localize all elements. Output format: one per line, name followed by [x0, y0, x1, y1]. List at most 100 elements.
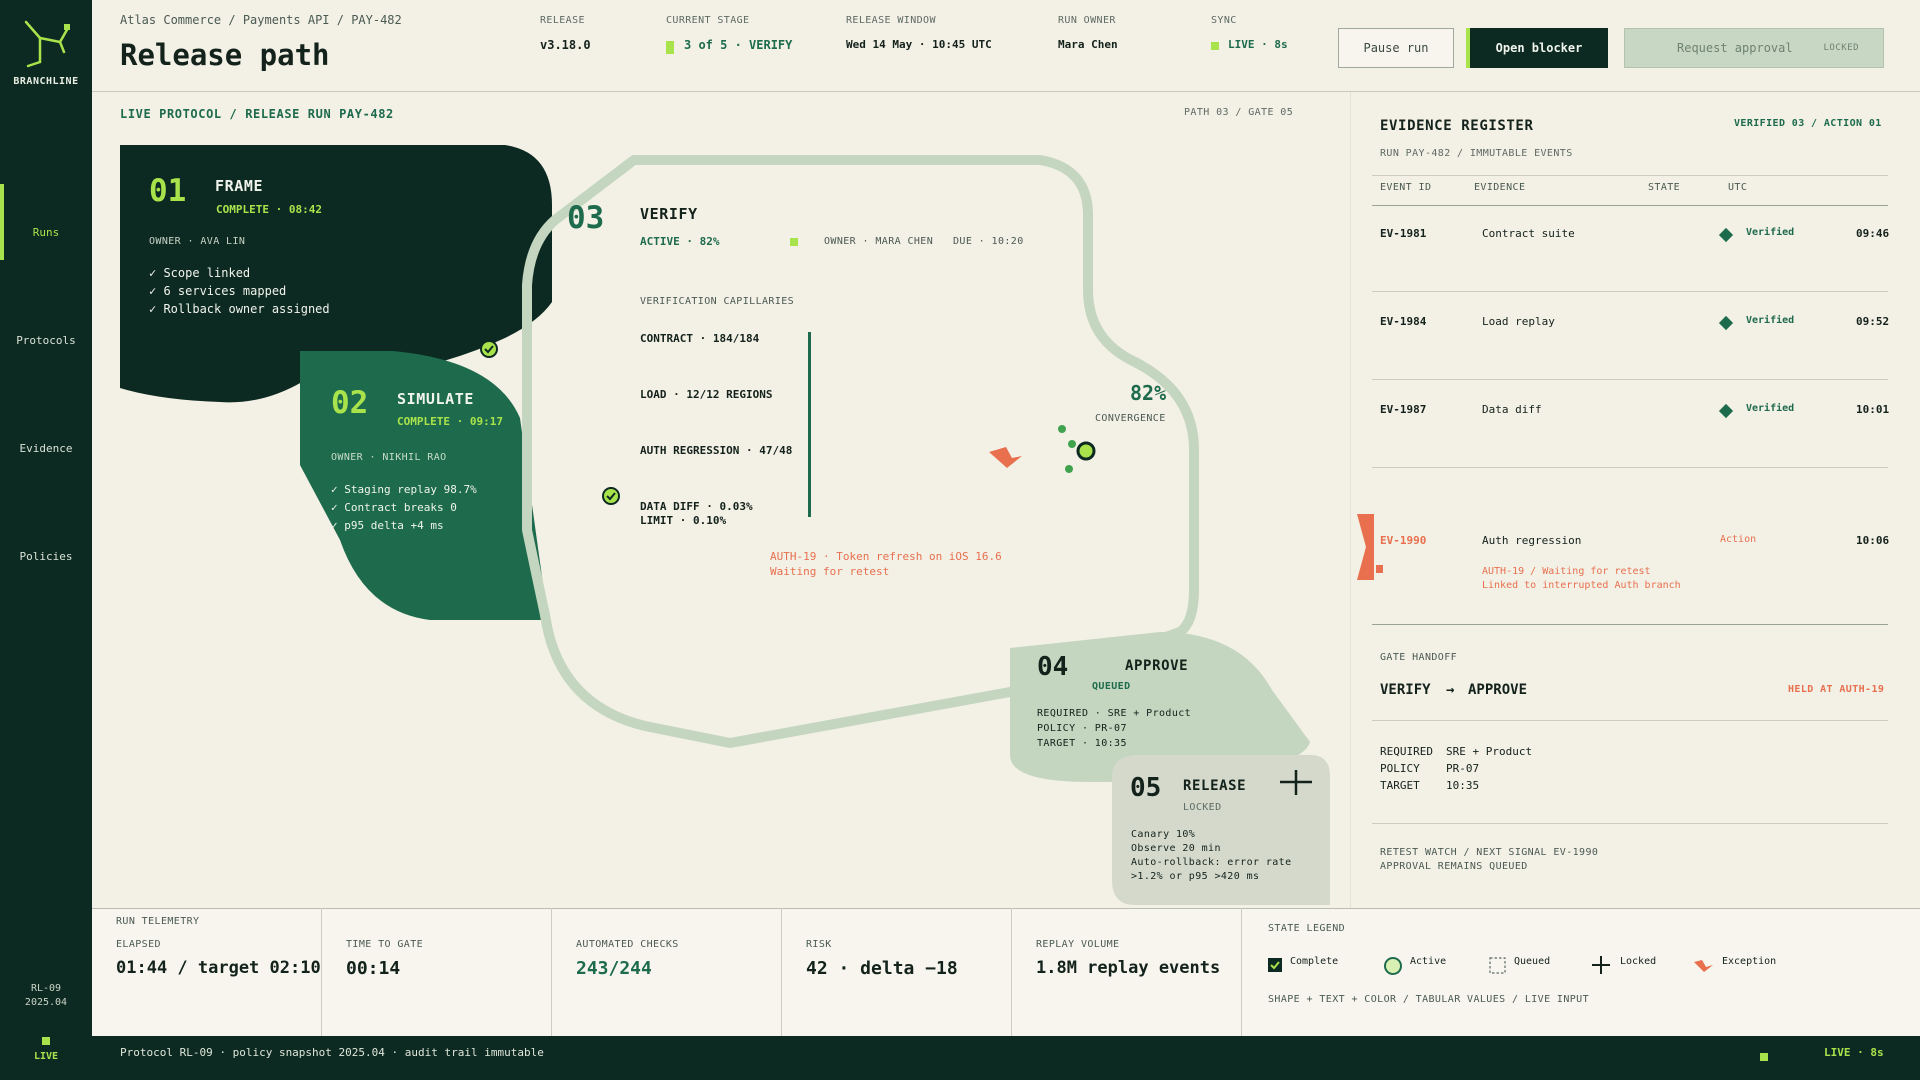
elapsed-label: ELAPSED: [116, 939, 161, 950]
verify-step-owner: OWNER · MARA CHEN: [824, 236, 934, 247]
handoff-to: APPROVE: [1468, 682, 1528, 698]
legend-queued: Queued: [1514, 956, 1551, 967]
frame-check-icon: [480, 340, 498, 358]
column-header-event-id[interactable]: EVENT ID: [1380, 182, 1431, 193]
evidence-utc: 09:46: [1856, 227, 1890, 240]
telemetry-divider: [551, 908, 552, 1036]
telemetry-divider: [321, 908, 322, 1036]
convergence-point: [1058, 425, 1066, 433]
row-rule: [1372, 291, 1888, 292]
register-subtitle: RUN PAY-482 / IMMUTABLE EVENTS: [1380, 148, 1573, 159]
legend-label: STATE LEGEND: [1268, 923, 1346, 934]
automated-checks-label: AUTOMATED CHECKS: [576, 939, 679, 950]
row-rule: [1372, 624, 1888, 625]
footer-live-label: LIVE · 8s: [1824, 1046, 1884, 1059]
evidence-state: Action: [1720, 534, 1757, 545]
release-step-status: LOCKED: [1183, 802, 1222, 813]
column-header-evidence[interactable]: EVIDENCE: [1474, 182, 1525, 193]
replay-volume-value: 1.8M replay events: [1036, 958, 1221, 978]
simulate-check-item: ✓ p95 delta +4 ms: [331, 519, 444, 532]
retest-watch: RETEST WATCH / NEXT SIGNAL EV-1990: [1380, 847, 1599, 858]
approve-step-title[interactable]: APPROVE: [1125, 658, 1188, 674]
approve-step-status: QUEUED: [1092, 681, 1131, 692]
verify-exception-text[interactable]: AUTH-19 · Token refresh on iOS 16.6: [770, 550, 1002, 563]
verify-active-icon: [790, 238, 798, 246]
legend-exception: Exception: [1722, 956, 1777, 967]
complete-legend-icon: [1268, 958, 1282, 972]
capillary-load[interactable]: LOAD · 12/12 REGIONS: [640, 388, 772, 401]
simulate-step-owner: OWNER · NIKHIL RAO: [331, 452, 447, 463]
handoff-status: HELD AT AUTH-19: [1788, 684, 1885, 695]
handoff-arrow-icon: →: [1446, 682, 1455, 698]
register-header-rule: [1372, 205, 1888, 206]
release-step-number: 05: [1130, 773, 1162, 803]
handoff-key: POLICY: [1380, 762, 1420, 775]
handoff-rule: [1372, 823, 1888, 824]
row-rule: [1372, 467, 1888, 468]
event-id: EV-1987: [1380, 403, 1427, 416]
column-header-utc[interactable]: UTC: [1728, 182, 1747, 193]
frame-check-item: ✓ Rollback owner assigned: [149, 302, 330, 316]
row-rule: [1372, 379, 1888, 380]
footer-live-dot-icon: [1760, 1053, 1768, 1061]
capillary-contract[interactable]: CONTRACT · 184/184: [640, 332, 759, 345]
convergence-label: CONVERGENCE: [1095, 413, 1166, 424]
simulate-step-number: 02: [331, 385, 369, 421]
column-header-state[interactable]: STATE: [1648, 182, 1680, 193]
register-rule: [1372, 175, 1888, 176]
frame-check-item: ✓ Scope linked: [149, 266, 251, 280]
frame-step-owner: OWNER · AVA LIN: [149, 236, 246, 247]
verify-step-title[interactable]: VERIFY: [640, 205, 698, 223]
simulate-step-title[interactable]: SIMULATE: [397, 390, 474, 408]
handoff-from: VERIFY: [1380, 682, 1431, 698]
capillary-data-diff[interactable]: DATA DIFF · 0.03%: [640, 500, 753, 513]
risk-value: 42 · delta −18: [806, 958, 958, 979]
convergence-active-node: [1076, 441, 1096, 461]
replay-volume-label: REPLAY VOLUME: [1036, 939, 1120, 950]
handoff-value: 10:35: [1446, 779, 1480, 792]
footer-text: Protocol RL-09 · policy snapshot 2025.04…: [120, 1046, 544, 1059]
convergence-value: 82%: [1130, 381, 1167, 405]
convergence-point: [1068, 440, 1076, 448]
handoff-value: SRE + Product: [1446, 745, 1533, 758]
capillary-divider: [808, 332, 811, 517]
evidence-name: Load replay: [1482, 315, 1555, 328]
telemetry-divider: [1011, 908, 1012, 1036]
frame-step-number: 01: [149, 173, 187, 209]
evidence-utc: 10:06: [1856, 534, 1890, 547]
release-detail: Observe 20 min: [1131, 843, 1221, 854]
handoff-rule: [1372, 720, 1888, 721]
legend-locked: Locked: [1620, 956, 1657, 967]
approve-detail: POLICY · PR-07: [1037, 723, 1127, 734]
verify-step-due: DUE · 10:20: [953, 236, 1024, 247]
register-title: EVIDENCE REGISTER: [1380, 118, 1534, 134]
time-to-gate-value: 00:14: [346, 958, 401, 979]
event-id: EV-1981: [1380, 227, 1427, 240]
legend-active: Active: [1410, 956, 1447, 967]
handoff-key: REQUIRED: [1380, 745, 1433, 758]
queued-legend-icon: [1489, 957, 1506, 974]
elapsed-value: 01:44 / target 02:10: [116, 958, 321, 978]
evidence-state: Verified: [1746, 315, 1795, 326]
simulate-check-item: ✓ Staging replay 98.7%: [331, 483, 477, 496]
handoff-label: GATE HANDOFF: [1380, 652, 1458, 663]
handoff-value: PR-07: [1446, 762, 1480, 775]
approve-detail: TARGET · 10:35: [1037, 738, 1127, 749]
frame-check-item: ✓ 6 services mapped: [149, 284, 287, 298]
release-detail: Auto-rollback: error rate: [1131, 857, 1292, 868]
evidence-name: Data diff: [1482, 403, 1542, 416]
evidence-state: Verified: [1746, 227, 1795, 238]
telemetry-divider: [781, 908, 782, 1036]
release-step-title[interactable]: RELEASE: [1183, 778, 1246, 794]
frame-step-status: COMPLETE · 08:42: [216, 203, 322, 216]
capillary-auth-regression[interactable]: AUTH REGRESSION · 47/48: [640, 444, 792, 457]
evidence-utc: 10:01: [1856, 403, 1890, 416]
capillaries-label: VERIFICATION CAPILLARIES: [640, 296, 795, 307]
event-id: EV-1984: [1380, 315, 1427, 328]
automated-checks-value: 243/244: [576, 958, 652, 979]
frame-step-title[interactable]: FRAME: [215, 177, 263, 195]
verify-step-status: ACTIVE · 82%: [640, 235, 720, 248]
verify-step-number: 03: [567, 200, 605, 236]
evidence-utc: 09:52: [1856, 315, 1890, 328]
exception-marker-icon: [989, 447, 1022, 468]
